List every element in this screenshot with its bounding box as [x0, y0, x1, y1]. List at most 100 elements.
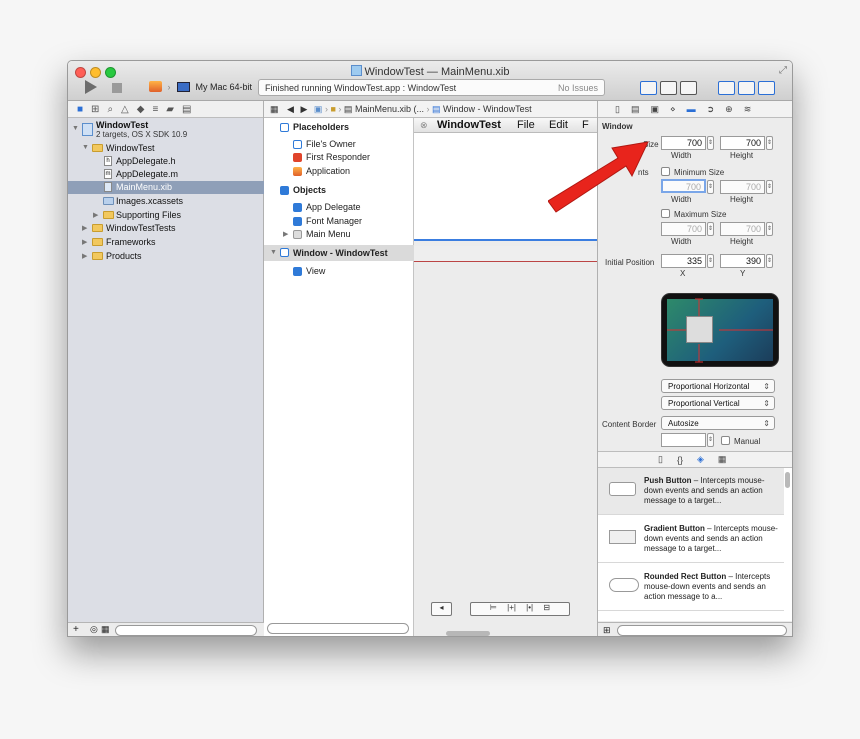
tree-item-supporting-files[interactable]: ▶ Supporting Files	[68, 209, 264, 222]
menu-edit[interactable]: Edit	[549, 119, 568, 131]
menu-app-name[interactable]: WindowTest	[437, 119, 501, 131]
outline-filter-input[interactable]	[267, 623, 409, 634]
outline-item-first-responder[interactable]: First Responder	[264, 151, 414, 164]
size-icon[interactable]: ▬	[687, 104, 696, 114]
tree-item-images-xcassets[interactable]: Images.xcassets	[68, 195, 264, 208]
tree-item-windowtesttests[interactable]: ▶ WindowTestTests	[68, 222, 264, 235]
search-icon[interactable]: ⌕	[107, 104, 113, 115]
back-icon[interactable]: ◀	[287, 104, 294, 114]
size-width-stepper[interactable]: ⇕	[707, 136, 714, 150]
effects-icon[interactable]: ≋	[744, 104, 752, 115]
scheme-selector[interactable]: › My Mac 64-bit	[149, 81, 252, 92]
align-icon[interactable]: ⊨	[490, 603, 497, 612]
tree-item-appdelegate-h[interactable]: h AppDelegate.h	[68, 155, 264, 168]
outline-item-font-manager[interactable]: Font Manager	[264, 215, 414, 228]
pin-icon[interactable]: |+|	[507, 603, 516, 612]
content-border-field[interactable]	[661, 433, 706, 447]
position-y-stepper[interactable]: ⇕	[766, 254, 773, 268]
file-icon[interactable]: ▯	[615, 104, 620, 115]
run-button[interactable]	[85, 80, 97, 94]
standard-editor-button[interactable]	[640, 81, 657, 95]
maximum-height-stepper[interactable]: ⇕	[766, 222, 773, 236]
fullscreen-icon[interactable]: ⤢	[779, 65, 787, 76]
object-library-icon[interactable]: ◈	[697, 454, 704, 465]
position-x-stepper[interactable]: ⇕	[707, 254, 714, 268]
menu-truncated[interactable]: F	[582, 119, 589, 131]
minimum-width-field[interactable]: 700	[661, 179, 706, 193]
proportional-horizontal-popup[interactable]: Proportional Horizontal ⇕	[661, 379, 775, 393]
menu-file[interactable]: File	[517, 119, 535, 131]
folder-icon[interactable]: ■	[330, 104, 335, 114]
forward-icon[interactable]: ▶	[300, 104, 307, 114]
library-item-rounded-rect-button[interactable]: Rounded Rect Button – Intercepts mouse-d…	[598, 564, 784, 611]
add-icon[interactable]: +	[73, 624, 79, 635]
minimum-height-field[interactable]: 700	[720, 180, 765, 194]
resizing-icon[interactable]: ⊟	[543, 603, 550, 612]
tree-item-mainmenu-xib[interactable]: MainMenu.xib	[68, 181, 264, 194]
disclosure-closed-icon[interactable]: ▶	[93, 211, 98, 219]
library-scrollbar[interactable]	[785, 472, 790, 488]
file-template-icon[interactable]: ▯	[658, 454, 663, 465]
minimum-size-checkbox[interactable]	[661, 167, 670, 176]
outline-item-files-owner[interactable]: File's Owner	[264, 138, 414, 151]
identity-icon[interactable]: ▣	[650, 104, 659, 115]
outline-item-main-menu[interactable]: ▶ Main Menu	[264, 228, 414, 241]
tree-item-windowtest-group[interactable]: ▼ WindowTest	[68, 142, 264, 155]
navigator-filter-input[interactable]	[115, 625, 257, 636]
scm-filter-icon[interactable]: ▦	[101, 624, 110, 635]
media-library-icon[interactable]: ▦	[718, 454, 727, 465]
outline-item-application[interactable]: Application	[264, 165, 414, 178]
connections-icon[interactable]: ➲	[707, 104, 715, 115]
content-border-popup[interactable]: Autosize ⇕	[661, 416, 775, 430]
related-items-icon[interactable]: ▦	[270, 104, 279, 114]
debug-icon[interactable]: ≡	[152, 104, 158, 115]
toggle-utilities-button[interactable]	[758, 81, 775, 95]
manual-checkbox[interactable]	[721, 436, 730, 445]
outline-item-view[interactable]: View	[264, 265, 414, 278]
size-height-field[interactable]: 700	[720, 136, 765, 150]
disclosure-closed-icon[interactable]: ▶	[283, 230, 288, 238]
project-root[interactable]: ▼ WindowTest 2 targets, OS X SDK 10.9	[68, 120, 264, 140]
library-filter-input[interactable]	[617, 625, 787, 636]
toggle-debug-area-button[interactable]	[738, 81, 755, 95]
jump-bar-xib[interactable]: MainMenu.xib (...	[355, 104, 424, 114]
tree-item-products[interactable]: ▶ Products	[68, 250, 264, 263]
window-preview[interactable]	[414, 246, 597, 262]
maximum-width-field[interactable]: 700	[661, 222, 706, 236]
breakpoint-icon[interactable]: ▰	[166, 104, 174, 115]
code-snippet-icon[interactable]: {}	[677, 455, 683, 465]
grid-view-icon[interactable]: ⊞	[603, 625, 611, 636]
assistant-editor-button[interactable]	[660, 81, 677, 95]
disclosure-closed-icon[interactable]: ▶	[82, 238, 87, 246]
minimum-width-stepper[interactable]: ⇕	[707, 180, 714, 194]
symbol-icon[interactable]: ⊞	[91, 104, 99, 115]
tree-item-frameworks[interactable]: ▶ Frameworks	[68, 236, 264, 249]
toggle-navigator-button[interactable]	[718, 81, 735, 95]
outline-item-window[interactable]: ▼ Window - WindowTest	[264, 245, 414, 261]
version-editor-button[interactable]	[680, 81, 697, 95]
position-x-field[interactable]: 335	[661, 254, 706, 268]
attributes-icon[interactable]: ⋄	[670, 104, 676, 115]
maximum-size-checkbox[interactable]	[661, 209, 670, 218]
maximum-height-field[interactable]: 700	[720, 222, 765, 236]
quick-help-icon[interactable]: ▤	[631, 104, 640, 115]
warning-icon[interactable]: △	[121, 104, 129, 115]
stop-button[interactable]	[112, 83, 122, 93]
recent-files-icon[interactable]: ◎	[90, 624, 98, 635]
test-icon[interactable]: ◆	[137, 104, 145, 115]
screen-position-preview[interactable]	[661, 293, 779, 367]
menu-bar-preview[interactable]: ⊗ WindowTest File Edit F	[414, 118, 597, 133]
tree-item-appdelegate-m[interactable]: m AppDelegate.m	[68, 168, 264, 181]
library-item-push-button[interactable]: Push Button – Intercepts mouse-down even…	[598, 468, 784, 515]
content-border-stepper[interactable]: ⇕	[707, 433, 714, 447]
disclosure-open-icon[interactable]: ▼	[72, 125, 79, 132]
disclosure-open-icon[interactable]: ▼	[82, 144, 89, 151]
size-height-stepper[interactable]: ⇕	[766, 136, 773, 150]
canvas-scrollbar[interactable]	[446, 631, 490, 636]
minimum-height-stepper[interactable]: ⇕	[766, 180, 773, 194]
log-icon[interactable]: ▤	[182, 104, 191, 115]
folder-icon[interactable]: ■	[77, 104, 83, 115]
window-position-box[interactable]	[686, 316, 713, 343]
bindings-icon[interactable]: ⊕	[725, 104, 733, 115]
hide-outline-button[interactable]: ◂	[431, 602, 452, 616]
